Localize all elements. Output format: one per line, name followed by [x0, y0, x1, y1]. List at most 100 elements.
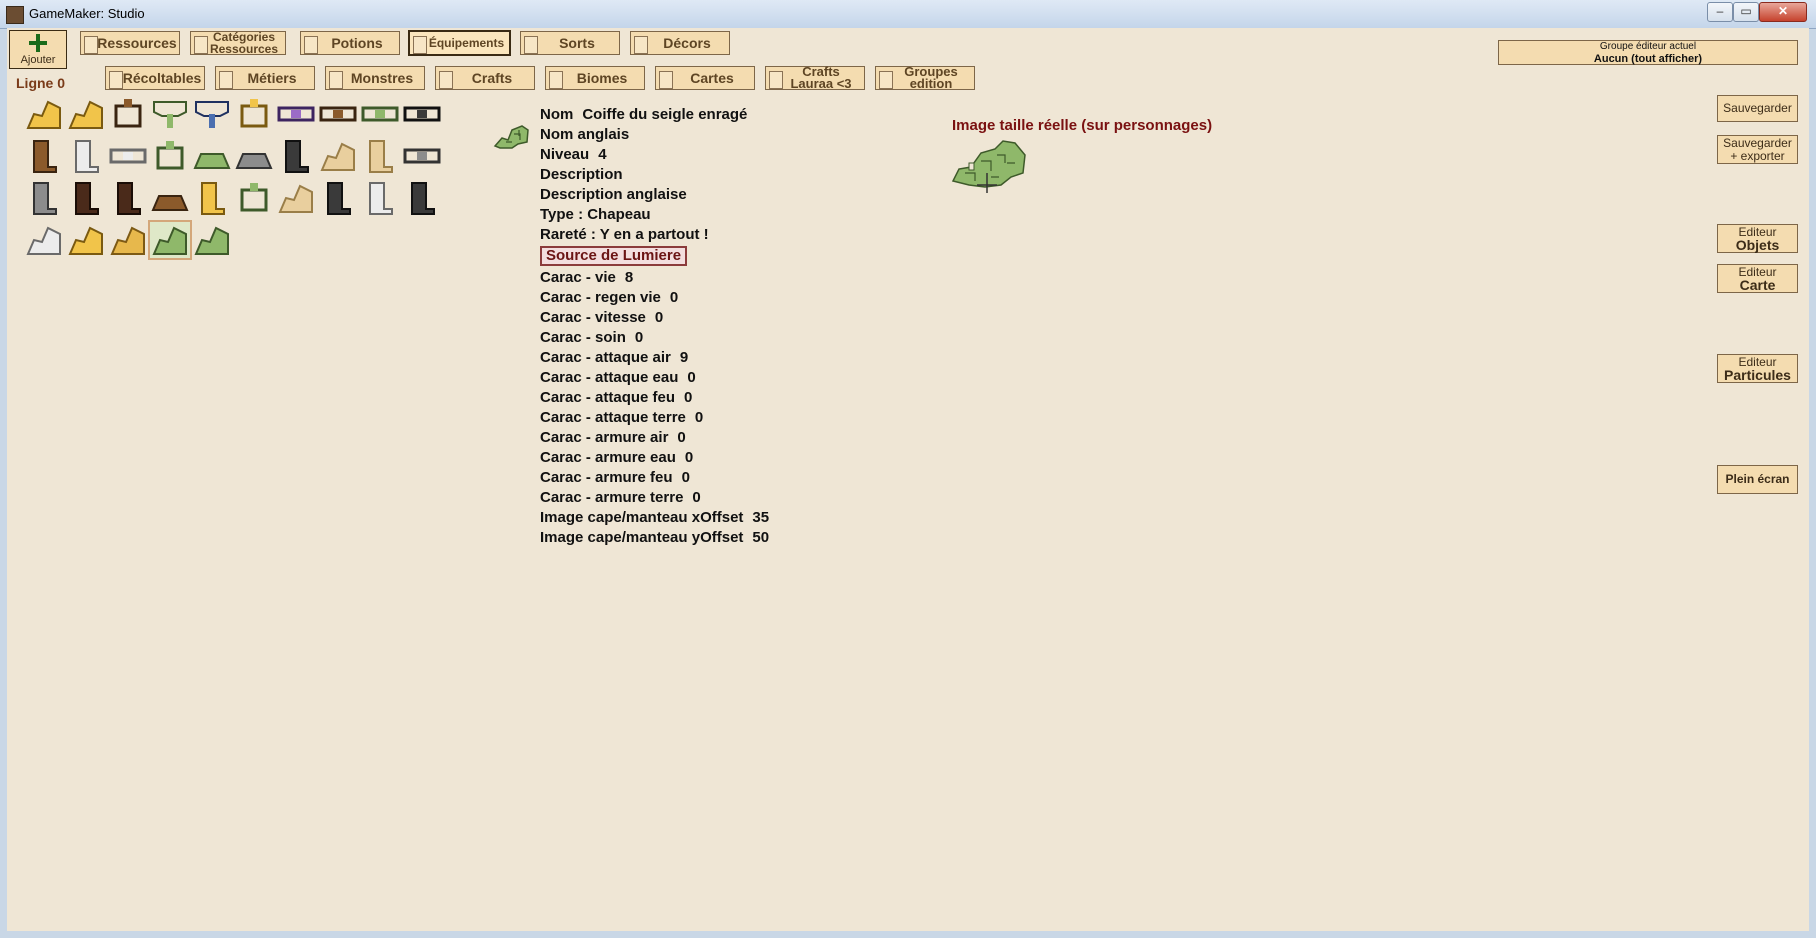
- belt-black-icon[interactable]: [402, 96, 442, 132]
- group-value: Aucun (tout afficher): [1593, 52, 1703, 65]
- tab-checkbox[interactable]: [549, 71, 563, 89]
- editor-objects-button[interactable]: Editeur Objets: [1717, 224, 1798, 253]
- boots-black-icon[interactable]: [318, 180, 358, 216]
- tab-checkbox[interactable]: [634, 36, 648, 54]
- tab-checkbox[interactable]: [304, 36, 318, 54]
- staff-darkbrown-icon[interactable]: [108, 180, 148, 216]
- prop-rarity[interactable]: Rareté : Y en a partout !: [540, 225, 769, 245]
- prop-description[interactable]: Description: [540, 165, 769, 185]
- tab-cartes[interactable]: Cartes: [655, 66, 755, 90]
- tab-checkbox[interactable]: [769, 71, 783, 89]
- cape-yellow-icon[interactable]: [66, 96, 106, 132]
- stat-row[interactable]: Carac - armure air 0: [540, 428, 769, 448]
- tab-equipements[interactable]: Équipements: [408, 30, 511, 56]
- belt-brown-icon[interactable]: [318, 96, 358, 132]
- editor-map-button[interactable]: Editeur Carte: [1717, 264, 1798, 293]
- shield-green-icon[interactable]: [192, 138, 232, 174]
- editor-objects-label-2: Objets: [1735, 236, 1780, 253]
- armor-brown-icon[interactable]: [150, 180, 190, 216]
- stat-row[interactable]: Carac - attaque eau 0: [540, 368, 769, 388]
- prop-description-en[interactable]: Description anglaise: [540, 185, 769, 205]
- save-button[interactable]: Sauvegarder: [1717, 95, 1798, 122]
- tab-checkbox[interactable]: [879, 71, 893, 89]
- cape-beige-icon[interactable]: [276, 180, 316, 216]
- tab-checkbox[interactable]: [329, 71, 343, 89]
- tab-decors[interactable]: Décors: [630, 31, 730, 55]
- tree-green-icon[interactable]: [150, 96, 190, 132]
- tab-groupes-edition[interactable]: Groupes edition: [875, 65, 975, 90]
- tree-blue-icon[interactable]: [192, 96, 232, 132]
- hat-yellow-icon[interactable]: [24, 96, 64, 132]
- staff-black-icon[interactable]: [276, 138, 316, 174]
- tab-checkbox[interactable]: [84, 36, 98, 54]
- stat-row[interactable]: Carac - soin 0: [540, 328, 769, 348]
- tab-biomes[interactable]: Biomes: [545, 66, 645, 90]
- armor-grey-icon[interactable]: [234, 138, 274, 174]
- tab-monstres[interactable]: Monstres: [325, 66, 425, 90]
- tab-crafts-lauraa[interactable]: Crafts Lauraa <3: [765, 65, 865, 90]
- staff-beige-icon[interactable]: [360, 138, 400, 174]
- cape-green-icon[interactable]: [192, 222, 232, 258]
- light-source-toggle[interactable]: Source de Lumiere: [540, 246, 688, 266]
- tab-checkbox[interactable]: [413, 36, 427, 54]
- tab-crafts[interactable]: Crafts: [435, 66, 535, 90]
- wing-beige-icon[interactable]: [318, 138, 358, 174]
- prop-name-en[interactable]: Nom anglais: [540, 125, 769, 145]
- stat-row[interactable]: Image cape/manteau xOffset 35: [540, 508, 769, 528]
- editor-group-selector[interactable]: Groupe éditeur actuel Aucun (tout affich…: [1498, 40, 1798, 65]
- boots-grey-icon[interactable]: [24, 180, 64, 216]
- tab-metiers[interactable]: Métiers: [215, 66, 315, 90]
- close-button[interactable]: ✕: [1759, 2, 1807, 22]
- minimize-button[interactable]: –: [1707, 2, 1733, 22]
- tab-recoltables[interactable]: Récoltables: [105, 66, 205, 90]
- maximize-button[interactable]: ▭: [1733, 2, 1759, 22]
- belt-purple-icon[interactable]: [276, 96, 316, 132]
- save-export-button[interactable]: Sauvegarder + exporter: [1717, 135, 1798, 164]
- boots-black2-icon[interactable]: [402, 180, 442, 216]
- tab-checkbox[interactable]: [219, 71, 233, 89]
- prop-name-en-label: Nom anglais: [540, 126, 630, 143]
- stat-row[interactable]: Image cape/manteau yOffset 50: [540, 528, 769, 548]
- necklace-green-icon[interactable]: [360, 96, 400, 132]
- editor-client-area: Ajouter Ressources Catégories Ressources …: [7, 28, 1809, 931]
- tab-sorts[interactable]: Sorts: [520, 31, 620, 55]
- stat-row[interactable]: Carac - armure eau 0: [540, 448, 769, 468]
- prop-name[interactable]: Nom Coiffe du seigle enragé: [540, 105, 769, 125]
- stat-row[interactable]: Carac - vie 8: [540, 268, 769, 288]
- cap-green-icon[interactable]: [148, 220, 192, 260]
- belt-grey-icon[interactable]: [402, 138, 442, 174]
- stat-row[interactable]: Carac - vitesse 0: [540, 308, 769, 328]
- tab-checkbox[interactable]: [659, 71, 673, 89]
- crown-green-icon[interactable]: [234, 180, 274, 216]
- wing-yellow-icon[interactable]: [66, 222, 106, 258]
- crown-yellow-icon[interactable]: [234, 96, 274, 132]
- cape-gold-icon[interactable]: [108, 222, 148, 258]
- editor-particles-button[interactable]: Editeur Particules: [1717, 354, 1798, 383]
- boots-dark-icon[interactable]: [66, 180, 106, 216]
- amulet-green-icon[interactable]: [150, 138, 190, 174]
- tab-checkbox[interactable]: [109, 71, 123, 89]
- stat-row[interactable]: Carac - armure feu 0: [540, 468, 769, 488]
- tab-potions[interactable]: Potions: [300, 31, 400, 55]
- boots-white-icon[interactable]: [66, 138, 106, 174]
- stat-row[interactable]: Carac - attaque air 9: [540, 348, 769, 368]
- stat-row[interactable]: Carac - regen vie 0: [540, 288, 769, 308]
- tab-checkbox[interactable]: [194, 36, 208, 54]
- prop-level[interactable]: Niveau 4: [540, 145, 769, 165]
- amulet-brown-icon[interactable]: [108, 96, 148, 132]
- prop-type[interactable]: Type : Chapeau: [540, 205, 769, 225]
- add-button[interactable]: Ajouter: [9, 30, 67, 69]
- boots-brown-icon[interactable]: [24, 138, 64, 174]
- tab-categories-ressources[interactable]: Catégories Ressources: [190, 31, 286, 55]
- stat-row[interactable]: Carac - attaque feu 0: [540, 388, 769, 408]
- staff-yellow-icon[interactable]: [192, 180, 232, 216]
- tab-checkbox[interactable]: [524, 36, 538, 54]
- tab-checkbox[interactable]: [439, 71, 453, 89]
- tab-ressources[interactable]: Ressources: [80, 31, 180, 55]
- boots-white2-icon[interactable]: [360, 180, 400, 216]
- belt-white-icon[interactable]: [108, 138, 148, 174]
- stat-row[interactable]: Carac - attaque terre 0: [540, 408, 769, 428]
- stat-row[interactable]: Carac - armure terre 0: [540, 488, 769, 508]
- cape-white-icon[interactable]: [24, 222, 64, 258]
- fullscreen-button[interactable]: Plein écran: [1717, 465, 1798, 494]
